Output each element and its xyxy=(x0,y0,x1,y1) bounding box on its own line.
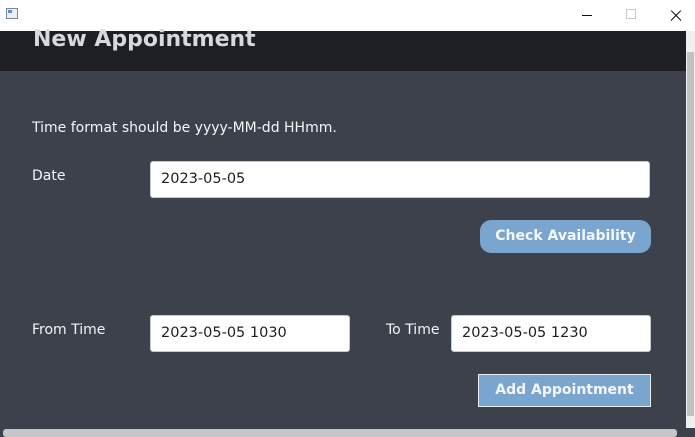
add-appointment-button[interactable]: Add Appointment xyxy=(478,374,651,407)
check-availability-button[interactable]: Check Availability xyxy=(480,220,651,253)
vertical-scroll-thumb[interactable] xyxy=(687,52,694,416)
date-field[interactable]: 2023-05-05 xyxy=(150,161,650,198)
date-label: Date xyxy=(32,168,66,184)
from-time-field[interactable]: 2023-05-05 1030 xyxy=(150,315,350,352)
page-header: New Appointment xyxy=(0,27,686,71)
horizontal-scrollbar[interactable] xyxy=(3,429,677,437)
minimize-icon[interactable] xyxy=(564,0,610,31)
maximize-icon[interactable] xyxy=(608,0,654,31)
from-time-label: From Time xyxy=(32,322,106,338)
to-time-label: To Time xyxy=(386,322,440,338)
time-format-hint: Time format should be yyyy-MM-dd HHmm. xyxy=(32,120,337,136)
to-time-field[interactable]: 2023-05-05 1230 xyxy=(451,315,651,352)
close-icon[interactable] xyxy=(652,0,695,31)
page-title: New Appointment xyxy=(33,27,256,52)
window-app-icon xyxy=(6,8,18,19)
